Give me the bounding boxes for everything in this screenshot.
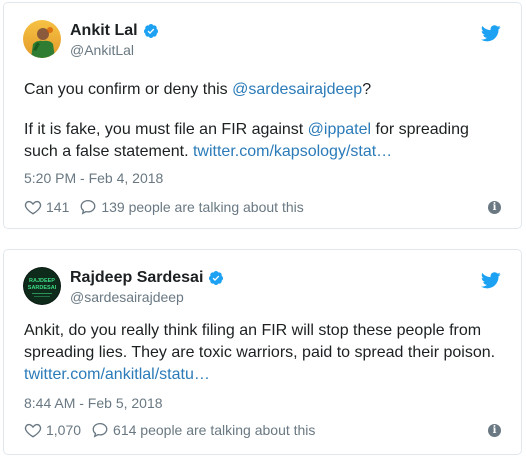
avatar[interactable] [23, 20, 61, 58]
author-name[interactable]: Rajdeep Sardesai [70, 268, 203, 288]
text-segment: If it is fake, you must file an FIR agai… [24, 121, 308, 138]
speech-bubble-icon [92, 422, 108, 438]
talking-count: 139 people are talking about this [101, 199, 304, 215]
twitter-bird-icon[interactable] [481, 25, 501, 42]
url-link[interactable]: twitter.com/ankitlal/statu… [24, 366, 210, 383]
mention-link[interactable]: @ippatel [308, 121, 371, 138]
avatar-text: RAJDEEP [29, 278, 55, 284]
text-segment: Can you confirm or deny this [24, 81, 233, 98]
tweet-actions: 141 139 people are talking about this [24, 198, 304, 216]
tweet-card-ankit-lal[interactable]: Ankit Lal @AnkitLal Can you confirm or d… [3, 2, 522, 229]
avatar-text: SARDESAI [28, 285, 57, 291]
tweet-embeds: Ankit Lal @AnkitLal Can you confirm or d… [0, 0, 526, 459]
mention-link[interactable]: @sardesairajdeep [232, 81, 362, 98]
info-icon[interactable]: i [488, 201, 501, 214]
author-handle[interactable]: @AnkitLal [70, 41, 134, 59]
avatar[interactable]: RAJDEEP SARDESAI [23, 267, 61, 305]
tweet-text: Can you confirm or deny this @sardesaira… [24, 79, 505, 163]
tweet-text: Ankit, do you really think filing an FIR… [24, 320, 505, 386]
author-name[interactable]: Ankit Lal [70, 21, 138, 41]
reply-button[interactable]: 139 people are talking about this [79, 198, 304, 216]
tweet-timestamp[interactable]: 8:44 AM - Feb 5, 2018 [24, 394, 163, 412]
reply-button[interactable]: 614 people are talking about this [91, 421, 315, 439]
verified-badge-icon [143, 24, 158, 38]
tweet-card-rajdeep-sardesai[interactable]: RAJDEEP SARDESAI Rajdeep Sardesai @sarde… [3, 249, 522, 455]
text-segment: Ankit, do you really think filing an FIR… [24, 322, 496, 361]
twitter-bird-icon[interactable] [481, 272, 501, 289]
like-button[interactable]: 141 [24, 198, 69, 216]
heart-icon [24, 200, 42, 215]
like-count: 141 [46, 199, 70, 215]
speech-bubble-icon [80, 199, 96, 215]
heart-icon [24, 423, 42, 438]
like-button[interactable]: 1,070 [24, 421, 81, 439]
url-link[interactable]: twitter.com/kapsology/stat… [193, 143, 392, 160]
verified-badge-icon [209, 271, 224, 285]
like-count: 1,070 [46, 422, 82, 438]
tweet-actions: 1,070 614 people are talking about this [24, 421, 315, 439]
text-segment: ? [362, 81, 372, 98]
info-icon[interactable]: i [488, 424, 501, 437]
author-handle[interactable]: @sardesairajdeep [70, 288, 184, 306]
tweet-timestamp[interactable]: 5:20 PM - Feb 4, 2018 [24, 169, 163, 187]
talking-count: 614 people are talking about this [113, 422, 316, 438]
